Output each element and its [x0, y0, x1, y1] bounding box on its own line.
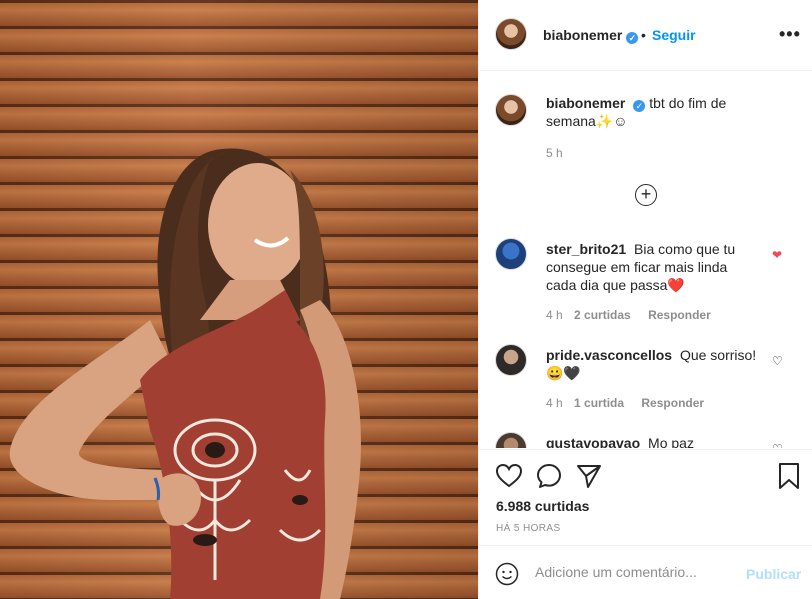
comment-meta: 4 h 2 curtidas Responder — [546, 308, 711, 322]
caption-time[interactable]: 5 h — [546, 146, 563, 160]
post-header: biabonemer ✓ • Seguir ••• — [479, 0, 812, 71]
post-actions: 6.988 curtidas HÁ 5 HORAS — [479, 449, 812, 545]
load-more-comments-button[interactable]: + — [635, 184, 657, 206]
add-comment-bar: Publicar — [479, 545, 812, 599]
caption-time-text[interactable]: 5 h — [546, 146, 563, 160]
comment-text-block: ster_brito21 Bia como que tu consegue em… — [546, 240, 761, 294]
woman-in-swimsuit-illustration — [9, 148, 361, 599]
comment-likes[interactable]: 2 curtidas — [574, 308, 631, 322]
caption-username[interactable]: biabonemer — [546, 95, 625, 111]
comment-icon[interactable] — [535, 462, 563, 490]
comments-list[interactable]: biabonemer ✓ tbt do fim de semana✨☺ 5 h +… — [479, 72, 812, 448]
commenter-username[interactable]: ster_brito21 — [546, 241, 626, 257]
comment-text-block: gustavopavao Mo paz — [546, 434, 761, 448]
commenter-avatar[interactable] — [495, 344, 527, 376]
author-username-text[interactable]: biabonemer — [543, 27, 622, 43]
post-details-panel: biabonemer ✓ • Seguir ••• biabonemer ✓ tbt… — [478, 0, 812, 599]
reply-button[interactable]: Responder — [641, 396, 704, 410]
post-photo[interactable] — [0, 0, 478, 599]
more-options-icon[interactable]: ••• — [779, 24, 801, 45]
comment-like-heart-icon[interactable]: ♡ — [772, 354, 783, 368]
comment-text-block: pride.vasconcellos Que sorriso! 😀🖤 — [546, 346, 761, 382]
comment-like-heart-icon[interactable]: ♡ — [772, 442, 783, 448]
comment-likes[interactable]: 1 curtida — [574, 396, 624, 410]
follow-button[interactable]: Seguir — [652, 27, 696, 43]
commenter-avatar[interactable] — [495, 238, 527, 270]
comment-like-heart-icon-filled[interactable]: ❤ — [772, 248, 782, 262]
caption-text-block: biabonemer ✓ tbt do fim de semana✨☺ — [546, 94, 761, 130]
publish-button[interactable]: Publicar — [746, 566, 801, 582]
like-heart-icon[interactable] — [495, 462, 523, 490]
reply-button[interactable]: Responder — [648, 308, 711, 322]
separator-dot: • — [641, 27, 646, 43]
verified-badge-icon: ✓ — [633, 100, 646, 112]
save-bookmark-icon[interactable] — [775, 462, 803, 490]
emoji-icon[interactable] — [495, 562, 519, 586]
caption-author-avatar[interactable] — [495, 94, 527, 126]
share-paper-plane-icon[interactable] — [575, 462, 603, 490]
likes-count[interactable]: 6.988 curtidas — [496, 498, 589, 514]
comment-time[interactable]: 4 h — [546, 308, 563, 322]
commenter-avatar[interactable] — [495, 432, 527, 448]
comment-input[interactable] — [535, 564, 735, 580]
comment-time[interactable]: 4 h — [546, 396, 563, 410]
author-username[interactable]: biabonemer ✓ — [543, 27, 639, 44]
commenter-username[interactable]: gustavopavao — [546, 435, 640, 448]
post-time-ago[interactable]: HÁ 5 HORAS — [496, 523, 561, 534]
verified-badge-icon: ✓ — [626, 32, 639, 44]
commenter-username[interactable]: pride.vasconcellos — [546, 347, 672, 363]
comment-meta: 4 h 1 curtida Responder — [546, 396, 704, 410]
comment-text: Mo paz — [648, 435, 694, 448]
author-avatar[interactable] — [495, 18, 527, 50]
